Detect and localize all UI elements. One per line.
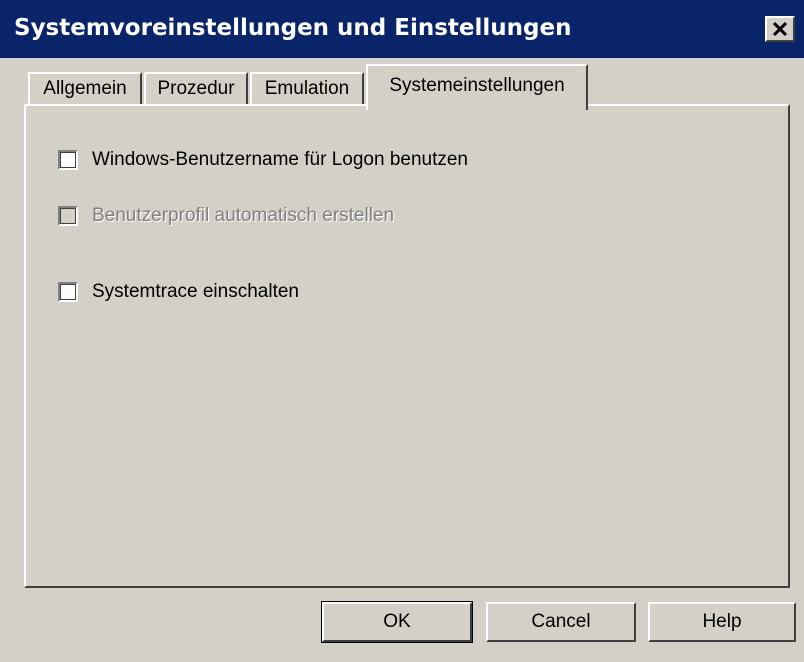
ok-button[interactable]: OK (321, 601, 473, 643)
tab-label: Systemeinstellungen (389, 75, 565, 96)
tab-label: Prozedur (157, 78, 235, 99)
auto-profile-label: Benutzerprofil automatisch erstellen (92, 205, 395, 226)
close-icon (773, 22, 787, 36)
tab-systemeinstellungen[interactable]: Systemeinstellungen (366, 64, 588, 110)
tab-panel-systemeinstellungen: Windows-Benutzername für Logon benutzen … (24, 104, 790, 588)
systemtrace-checkbox[interactable] (58, 282, 78, 302)
auto-profile-checkbox (58, 206, 78, 226)
tab-prozedur[interactable]: Prozedur (144, 72, 248, 106)
cancel-button[interactable]: Cancel (486, 602, 636, 642)
windows-username-label: Windows-Benutzername für Logon benutzen (92, 149, 469, 170)
dialog-window: Systemvoreinstellungen und Einstellungen… (0, 0, 804, 662)
help-button[interactable]: Help (648, 602, 796, 642)
close-button[interactable] (765, 16, 795, 42)
title-bar[interactable]: Systemvoreinstellungen und Einstellungen (0, 0, 804, 58)
window-title: Systemvoreinstellungen und Einstellungen (14, 15, 572, 41)
systemtrace-label: Systemtrace einschalten (92, 281, 299, 302)
tab-label: Allgemein (43, 78, 127, 99)
tab-allgemein[interactable]: Allgemein (28, 72, 142, 106)
windows-username-checkbox[interactable] (58, 150, 78, 170)
tab-emulation[interactable]: Emulation (250, 72, 364, 106)
tab-label: Emulation (264, 78, 350, 99)
